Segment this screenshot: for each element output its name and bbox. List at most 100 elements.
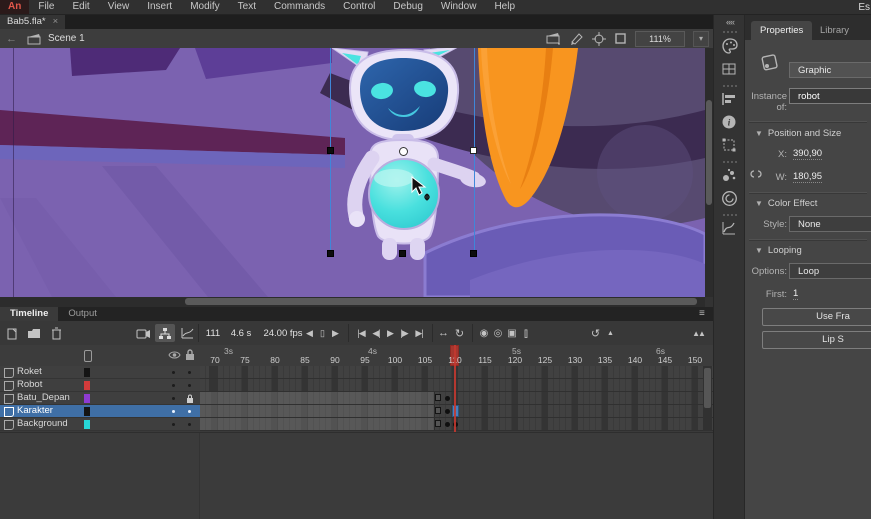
elapsed-time-field[interactable]: 4.6 s: [228, 321, 254, 346]
menu-view[interactable]: View: [99, 0, 139, 14]
instance-name-field[interactable]: robot: [789, 88, 871, 104]
layer-lock-toggle[interactable]: [188, 371, 191, 374]
stage-viewport[interactable]: [0, 48, 705, 297]
frame-span[interactable]: [200, 392, 435, 404]
section-open-icon[interactable]: ▼: [755, 246, 763, 255]
stage-h-scrollbar-thumb[interactable]: [185, 298, 697, 305]
app-logo[interactable]: An: [0, 0, 29, 14]
menu-edit[interactable]: Edit: [63, 0, 98, 14]
menu-file[interactable]: File: [29, 0, 63, 14]
step-forward-button[interactable]: |▶: [397, 321, 411, 345]
motion-editor-icon[interactable]: [721, 220, 739, 238]
fit-timeline-icon[interactable]: ↔: [436, 321, 450, 345]
layer-lock-toggle[interactable]: [188, 423, 191, 426]
layer-outline-swatch[interactable]: [84, 407, 90, 416]
layer-outline-swatch[interactable]: [84, 381, 90, 390]
frame-span[interactable]: [200, 405, 435, 417]
zoom-dropdown-icon[interactable]: ▾: [693, 31, 709, 47]
layer-frames-row[interactable]: [200, 405, 713, 418]
dock-drag-handle[interactable]: [723, 31, 737, 33]
current-frame-field[interactable]: 111: [203, 321, 223, 346]
section-color-effect[interactable]: ▼Color Effect: [755, 198, 817, 209]
zoom-out-frames-icon[interactable]: ▲: [604, 321, 616, 345]
stage-v-scrollbar-thumb[interactable]: [706, 100, 712, 205]
selection-handle-bottom-right[interactable]: [470, 250, 477, 257]
layer-lock-toggle[interactable]: [188, 410, 191, 413]
layer-frames-row[interactable]: [200, 418, 713, 431]
frame-ruler[interactable]: 3s 4s 5s 6s 70 75 80 85 90 95 100 105 11…: [200, 345, 713, 367]
menu-text[interactable]: Text: [229, 0, 265, 14]
layer-row-background[interactable]: Background: [0, 418, 200, 431]
keyframe-marker[interactable]: [445, 409, 450, 414]
lock-icon[interactable]: [185, 349, 195, 361]
x-value[interactable]: 390,90: [793, 148, 822, 160]
edit-symbols-icon[interactable]: [569, 32, 584, 45]
keyframe-marker[interactable]: [445, 396, 450, 401]
menu-commands[interactable]: Commands: [265, 0, 334, 14]
keyframe-marker[interactable]: [445, 422, 450, 427]
center-frame-icon[interactable]: ▯: [316, 321, 328, 345]
layer-outline-swatch[interactable]: [84, 420, 90, 429]
menu-insert[interactable]: Insert: [138, 0, 181, 14]
selection-handle-right[interactable]: [470, 147, 477, 154]
go-first-frame-button[interactable]: |◀: [354, 321, 368, 345]
symbol-behavior-dropdown[interactable]: Graphic: [789, 62, 871, 78]
loop-options-dropdown[interactable]: Loop: [789, 263, 871, 279]
first-frame-value[interactable]: 1: [793, 288, 798, 300]
tab-library[interactable]: Library: [811, 21, 858, 40]
back-arrow-icon[interactable]: ←: [0, 33, 23, 45]
span-end-marker[interactable]: [435, 420, 441, 427]
frame-back-icon[interactable]: ◀: [303, 321, 315, 345]
brush-library-icon[interactable]: [721, 167, 739, 185]
clip-content-icon[interactable]: [614, 32, 627, 45]
new-layer-button[interactable]: [4, 321, 20, 345]
layer-frames-row[interactable]: [200, 379, 713, 392]
layer-row-robot[interactable]: Robot: [0, 379, 200, 392]
modify-markers-icon[interactable]: []: [519, 321, 532, 345]
align-panel-icon[interactable]: [721, 91, 739, 109]
layer-outline-swatch[interactable]: [84, 394, 90, 403]
span-end-marker[interactable]: [435, 394, 441, 401]
go-last-frame-button[interactable]: ▶|: [412, 321, 426, 345]
info-panel-icon[interactable]: i: [721, 114, 739, 132]
frame-rate-field[interactable]: 24.00 fps: [260, 321, 306, 346]
close-icon[interactable]: ×: [53, 15, 59, 29]
menu-debug[interactable]: Debug: [384, 0, 431, 14]
camera-button[interactable]: [134, 321, 152, 345]
onion-skin-icon[interactable]: ◉: [477, 321, 490, 345]
edit-scene-icon[interactable]: [546, 32, 561, 45]
tab-output[interactable]: Output: [58, 307, 107, 321]
layer-locked-icon[interactable]: [186, 394, 194, 404]
tab-properties[interactable]: Properties: [751, 21, 812, 40]
step-back-button[interactable]: ◀|: [369, 321, 383, 345]
layer-depth-button[interactable]: [178, 321, 196, 345]
menu-help[interactable]: Help: [485, 0, 524, 14]
delete-layer-button[interactable]: [48, 321, 64, 345]
timeline-v-scrollbar-thumb[interactable]: [704, 368, 711, 408]
layer-visibility-toggle[interactable]: [172, 397, 175, 400]
cc-libraries-icon[interactable]: [721, 190, 739, 208]
layer-outline-swatch[interactable]: [84, 368, 90, 377]
section-position-size[interactable]: ▼Position and Size: [755, 128, 841, 139]
dock-drag-handle[interactable]: [723, 85, 737, 87]
frames-grid[interactable]: [200, 366, 713, 431]
layer-visibility-toggle[interactable]: [172, 423, 175, 426]
layer-row-batu-depan[interactable]: Batu_Depan: [0, 392, 200, 405]
menu-window[interactable]: Window: [432, 0, 486, 14]
swatches-panel-icon[interactable]: [721, 61, 739, 79]
use-frame-picker-button[interactable]: Use Fra: [762, 308, 871, 326]
stage-zoom-value[interactable]: 111%: [635, 31, 685, 47]
lip-syncing-button[interactable]: Lip S: [762, 331, 871, 349]
playhead-line[interactable]: [454, 345, 456, 432]
frame-span[interactable]: [200, 418, 435, 430]
reset-timeline-zoom-icon[interactable]: ↺: [588, 321, 602, 345]
layer-visibility-toggle[interactable]: [172, 371, 175, 374]
layer-parenting-button[interactable]: [155, 324, 175, 342]
document-tab[interactable]: Bab5.fla* ×: [0, 15, 65, 29]
collapse-panels-icon[interactable]: ««: [726, 17, 734, 27]
frame-forward-icon[interactable]: ▶: [329, 321, 341, 345]
dock-drag-handle[interactable]: [723, 214, 737, 216]
dock-drag-handle[interactable]: [723, 161, 737, 163]
onion-outline-icon[interactable]: ◎: [491, 321, 504, 345]
selection-handle-left[interactable]: [327, 147, 334, 154]
